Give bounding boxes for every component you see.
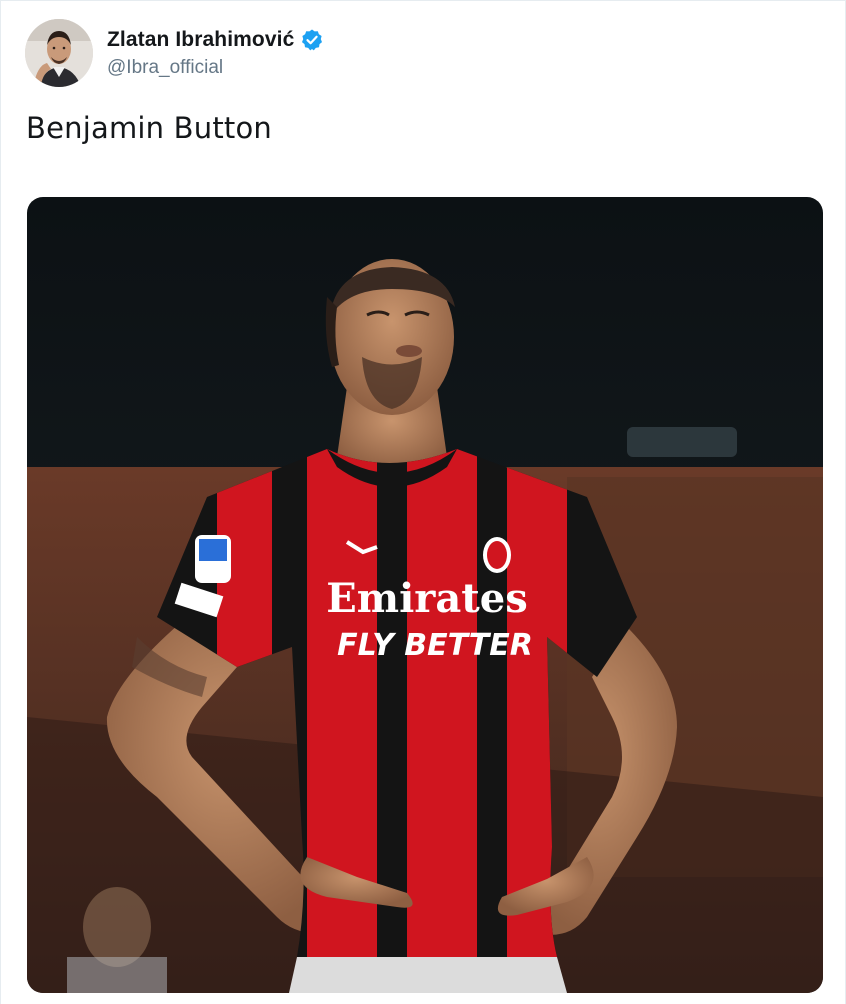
verified-badge-icon <box>300 28 324 52</box>
author-names: Zlatan Ibrahimović @Ibra_official <box>107 28 324 79</box>
photo-footballer-hands-on-hips: Emirates FLY BETTER <box>27 197 823 993</box>
avatar-image <box>25 19 93 87</box>
tweet-media-photo[interactable]: Emirates FLY BETTER <box>27 197 823 993</box>
tweet-text: Benjamin Button <box>26 111 272 145</box>
author-avatar[interactable] <box>25 19 93 87</box>
author-name-row[interactable]: Zlatan Ibrahimović <box>107 28 324 52</box>
author-handle[interactable]: @Ibra_official <box>107 57 324 79</box>
tweet-card: Zlatan Ibrahimović @Ibra_official Benjam… <box>0 0 846 1004</box>
author-display-name[interactable]: Zlatan Ibrahimović <box>107 28 294 52</box>
jersey-sponsor-text: Emirates <box>326 575 527 622</box>
jersey-sponsor-tagline: FLY BETTER <box>337 628 533 663</box>
tweet-header: Zlatan Ibrahimović @Ibra_official <box>25 17 324 89</box>
